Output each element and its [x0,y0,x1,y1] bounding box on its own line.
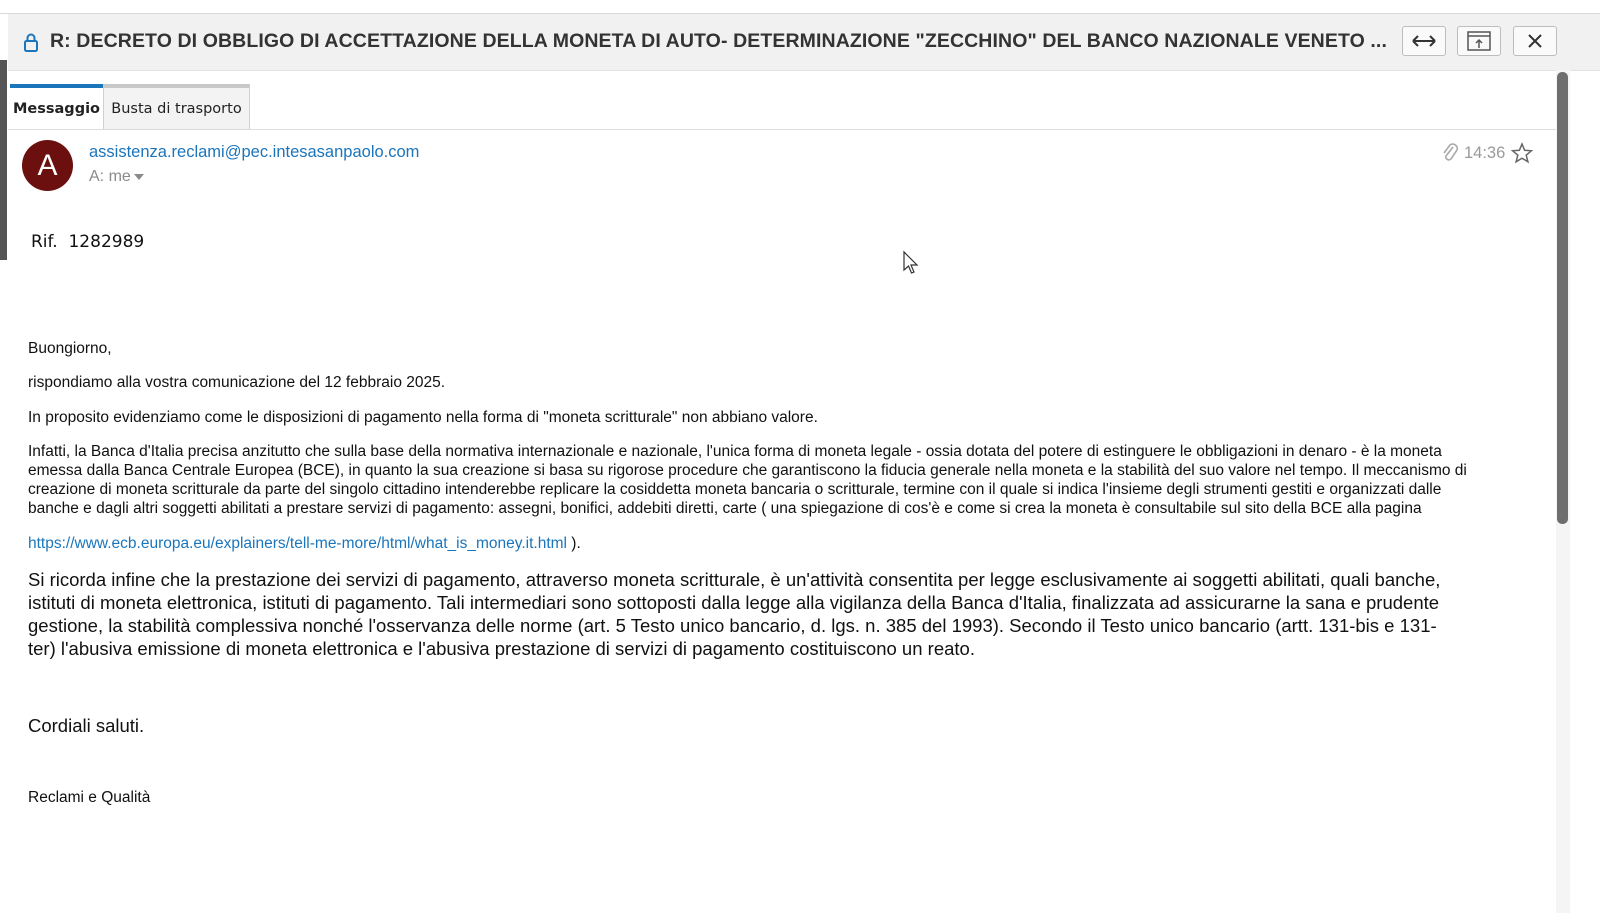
popout-button[interactable] [1457,26,1501,56]
signature: Reclami e Qualità [28,789,151,806]
tab-messaggio[interactable]: Messaggio [10,84,103,129]
popout-icon [1467,31,1491,51]
tab-divider [8,129,1556,130]
paragraph-4-line: istituti di moneta elettronica, istituti… [28,592,1440,613]
paragraph-3-line: banche e dagli altri soggetti abilitati … [28,500,1422,517]
greeting: Buongiorno, [28,340,112,357]
paragraph-3: Infatti, la Banca d'Italia precisa anzit… [28,442,1528,518]
message-meta: 14:36 [1440,141,1534,165]
paragraph-4-line: Si ricorda infine che la prestazione dei… [28,569,1441,590]
paragraph-4-line: ter) l'abusiva emissione di moneta elett… [28,638,975,659]
scrollbar-thumb[interactable] [1557,72,1568,524]
paragraph-4-line: gestione, la stabilità complessiva nonch… [28,615,1437,636]
expand-button[interactable] [1402,26,1446,56]
paragraph-1: rispondiamo alla vostra comunicazione de… [28,374,446,391]
reference-number: Rif. 1282989 [31,232,145,252]
window-top-edge [0,0,1600,14]
recipient-label: A: me [89,168,131,185]
paragraph-3-line: creazione di moneta scritturale da parte… [28,481,1442,498]
closing: Cordiali saluti. [28,715,145,736]
attachment-icon[interactable] [1440,141,1460,165]
paragraph-4: Si ricorda infine che la prestazione dei… [28,568,1528,660]
link-suffix: ). [567,535,581,552]
close-button[interactable] [1513,26,1557,56]
link-paragraph: https://www.ecb.europa.eu/explainers/tel… [28,534,1528,553]
message-subject: R: DECRETO DI OBBLIGO DI ACCETTAZIONE DE… [50,30,1387,52]
close-icon [1528,34,1542,48]
paragraph-3-line: emessa dalla Banca Centrale Europea (BCE… [28,462,1467,479]
star-icon[interactable] [1511,142,1534,164]
ecb-link[interactable]: https://www.ecb.europa.eu/explainers/tel… [28,535,567,552]
paragraph-3-line: Infatti, la Banca d'Italia precisa anzit… [28,443,1442,460]
sender-address[interactable]: assistenza.reclami@pec.intesasanpaolo.co… [89,143,419,162]
title-bar: R: DECRETO DI OBBLIGO DI ACCETTAZIONE DE… [8,14,1600,71]
chevron-down-icon [133,173,144,180]
avatar: A [22,140,73,191]
paragraph-2: In proposito evidenziamo come le disposi… [28,409,818,426]
tab-busta-di-trasporto[interactable]: Busta di trasporto [103,84,250,129]
recipient-dropdown[interactable]: A: me [89,168,144,186]
expand-icon [1412,35,1436,47]
mouse-cursor-icon [903,250,919,274]
left-scroll-edge [0,60,7,260]
message-time: 14:36 [1464,143,1506,162]
lock-icon [24,33,38,52]
